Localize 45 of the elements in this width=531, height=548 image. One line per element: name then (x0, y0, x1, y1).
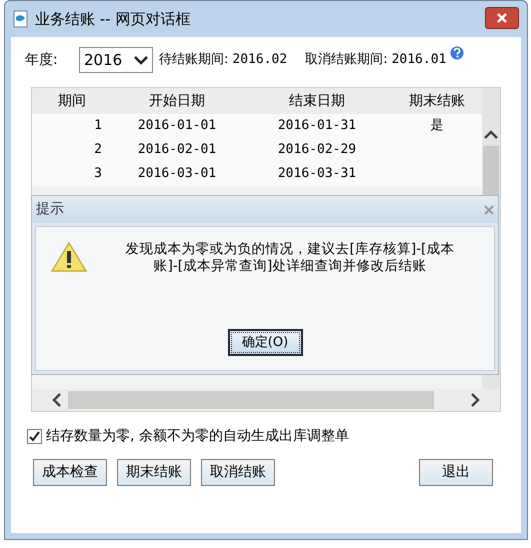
table-cell-text: 是 (430, 117, 444, 136)
scrollbar-thumb[interactable] (68, 391, 434, 409)
table-cell-text: 2016-03-31 (276, 165, 358, 184)
scroll-up-icon[interactable] (484, 130, 498, 140)
pending-period-label: 待结账期间: (159, 51, 228, 70)
check-icon (29, 431, 40, 442)
action-button[interactable]: 期末结账 (117, 459, 191, 486)
checkbox[interactable] (27, 429, 42, 444)
cancel-period-value: 2016.01 (392, 51, 446, 70)
chevron-down-icon (134, 55, 148, 65)
column-header: 开始日期 (148, 92, 206, 110)
table-cell-text: 1 (93, 117, 103, 136)
scroll-left-icon[interactable] (52, 393, 62, 407)
table-cell-text: 2016-01-31 (276, 117, 358, 136)
cancel-period-label: 取消结账期间: (305, 51, 388, 70)
table-cell-text: 2016-02-29 (276, 141, 358, 160)
table-cell-text: 2016-01-01 (136, 117, 218, 136)
table-row[interactable]: 3 2016-03-01 2016-03-31 (32, 162, 482, 186)
warning-icon (50, 241, 88, 273)
close-icon (496, 12, 508, 24)
scroll-right-icon[interactable] (470, 393, 480, 407)
alert-message: 发现成本为零或为负的情况，建议去[库存核算]-[成本账]-[成本异常查询]处详细查询并修改后结账 (124, 241, 456, 275)
help-icon[interactable] (450, 46, 464, 60)
horizontal-scrollbar[interactable] (32, 389, 500, 411)
table-cell-text: 2016-02-01 (136, 141, 218, 160)
column-header: 期间 (57, 92, 87, 110)
action-button[interactable]: 取消结账 (201, 459, 275, 486)
year-dropdown[interactable]: 2016 (79, 47, 153, 73)
ok-button[interactable]: 确定(O) (228, 329, 302, 356)
pending-period-value: 2016.02 (232, 51, 288, 70)
column-header: 结束日期 (288, 92, 346, 110)
table-row[interactable]: 1 2016-01-01 2016-01-31 是 (32, 114, 482, 138)
year-label: 年度: (25, 50, 59, 70)
column-header: 期末结账 (408, 92, 466, 110)
action-button[interactable]: 成本检查 (33, 459, 107, 486)
table-cell-text: 2 (93, 141, 103, 160)
action-button[interactable]: 退出 (419, 459, 493, 486)
close-button[interactable] (485, 7, 519, 29)
page-icon (13, 10, 29, 28)
table-row[interactable]: 2 2016-02-01 2016-02-29 (32, 138, 482, 162)
checkbox-label: 结存数量为零, 余额不为零的自动生成出库调整单 (46, 427, 349, 446)
window-title: 业务结账 -- 网页对话框 (35, 8, 190, 30)
alert-title: 提示 (36, 200, 64, 219)
table-cell-text: 2016-03-01 (136, 165, 218, 184)
table-cell-text: 3 (93, 165, 103, 184)
